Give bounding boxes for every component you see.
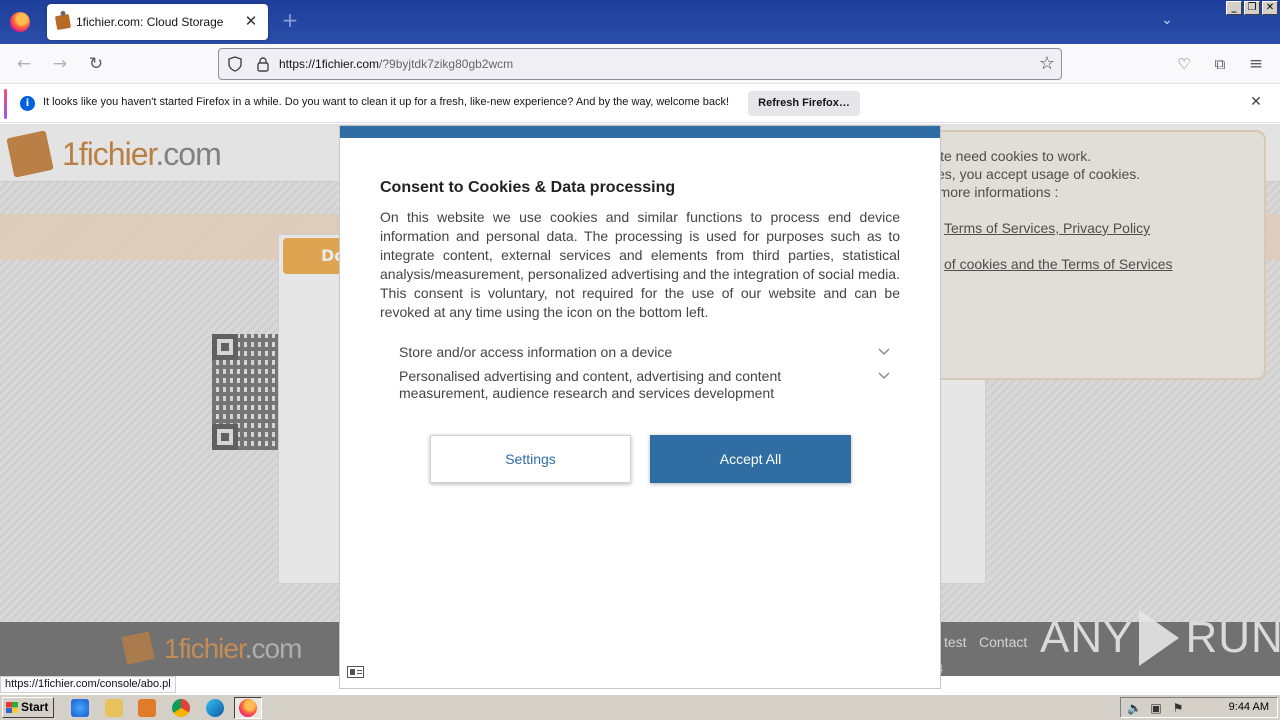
notification-accent bbox=[4, 89, 7, 119]
refresh-firefox-button[interactable]: Refresh Firefox… bbox=[748, 91, 860, 116]
taskbar-firefox-button[interactable] bbox=[234, 697, 262, 719]
settings-button[interactable]: Settings bbox=[430, 435, 631, 483]
chrome-icon[interactable] bbox=[172, 699, 190, 717]
info-icon: i bbox=[20, 96, 35, 111]
pocket-icon[interactable]: ♡ bbox=[1174, 54, 1194, 74]
volume-icon[interactable]: 🔈 bbox=[1127, 701, 1142, 715]
notification-close-icon[interactable]: ✕ bbox=[1248, 94, 1264, 110]
list-all-tabs-icon[interactable]: ⌄ bbox=[1157, 12, 1177, 32]
edge-icon[interactable] bbox=[206, 699, 224, 717]
consent-settings-icon[interactable] bbox=[347, 666, 364, 678]
notification-text: It looks like you haven't started Firefo… bbox=[43, 96, 730, 108]
url-host: https://1fichier.com bbox=[279, 57, 380, 71]
forward-icon[interactable]: → bbox=[50, 54, 70, 74]
tab-active[interactable]: 1fichier.com: Cloud Storage ✕ bbox=[47, 4, 268, 40]
tracking-shield-icon[interactable] bbox=[227, 56, 243, 72]
accept-all-button[interactable]: Accept All bbox=[650, 435, 851, 483]
reload-icon[interactable]: ↻ bbox=[86, 54, 106, 74]
status-url: https://1fichier.com/console/abo.pl bbox=[0, 676, 176, 693]
url-text[interactable]: https://1fichier.com/?9byjtdk7zikg80gb2w… bbox=[279, 57, 513, 71]
bookmark-star-icon[interactable]: ☆ bbox=[1039, 53, 1055, 74]
tab-title: 1fichier.com: Cloud Storage bbox=[76, 15, 224, 29]
firefox-taskbar-icon bbox=[239, 699, 257, 717]
start-button[interactable]: Start bbox=[2, 697, 54, 718]
restore-icon[interactable]: ❐ bbox=[1244, 1, 1260, 15]
site-favicon-icon bbox=[54, 13, 72, 31]
anyrun-watermark: ANY RUN bbox=[1040, 608, 1280, 668]
minimize-icon[interactable]: _ bbox=[1226, 1, 1242, 15]
firefox-menu-icon[interactable] bbox=[10, 12, 30, 32]
dialog-body: On this website we use cookies and simil… bbox=[380, 209, 900, 320]
network-icon[interactable]: ▣ bbox=[1149, 701, 1163, 715]
tab-bar: 1fichier.com: Cloud Storage ✕ + ⌄ _ ❐ ✕ bbox=[0, 0, 1280, 44]
navigation-toolbar: ← → ↻ https://1fichier.com/?9byjtdk7zikg… bbox=[0, 44, 1280, 84]
watermark-left: ANY bbox=[1040, 613, 1134, 662]
windows-logo-icon bbox=[6, 702, 18, 713]
start-label: Start bbox=[21, 700, 49, 714]
dialog-title: Consent to Cookies & Data processing bbox=[380, 179, 676, 196]
chevron-down-icon[interactable] bbox=[877, 345, 891, 359]
purpose-item[interactable]: Personalised advertising and content, ad… bbox=[399, 368, 829, 402]
consent-dialog: Consent to Cookies & Data processing On … bbox=[339, 125, 941, 689]
chevron-down-icon[interactable] bbox=[877, 369, 891, 383]
tab-close-icon[interactable]: ✕ bbox=[242, 12, 260, 30]
media-player-icon[interactable] bbox=[138, 699, 156, 717]
windows-taskbar: Start 🔈 ▣ ⚑ 9:44 AM bbox=[0, 694, 1280, 720]
clock: 9:44 AM bbox=[1228, 701, 1269, 713]
back-icon[interactable]: ← bbox=[14, 54, 34, 74]
close-window-icon[interactable]: ✕ bbox=[1262, 1, 1278, 15]
dialog-top-bar bbox=[340, 126, 940, 138]
lock-icon[interactable] bbox=[255, 56, 271, 72]
system-tray: 🔈 ▣ ⚑ 9:44 AM bbox=[1120, 697, 1278, 718]
folder-icon[interactable] bbox=[105, 699, 123, 717]
notification-bar: i It looks like you haven't started Fire… bbox=[0, 85, 1280, 123]
flag-icon[interactable]: ⚑ bbox=[1171, 701, 1185, 715]
url-bar[interactable]: https://1fichier.com/?9byjtdk7zikg80gb2w… bbox=[218, 48, 1062, 80]
new-tab-icon[interactable]: + bbox=[280, 10, 300, 30]
window-controls: _ ❐ ✕ bbox=[1226, 1, 1278, 15]
hamburger-menu-icon[interactable]: ≡ bbox=[1246, 54, 1266, 74]
play-icon bbox=[1139, 610, 1180, 666]
url-path: /?9byjtdk7zikg80gb2wcm bbox=[379, 57, 514, 71]
extensions-icon[interactable]: ⧉ bbox=[1210, 54, 1230, 74]
purpose-item[interactable]: Store and/or access information on a dev… bbox=[399, 344, 829, 361]
watermark-right: RUN bbox=[1185, 613, 1280, 662]
internet-explorer-icon[interactable] bbox=[71, 699, 89, 717]
